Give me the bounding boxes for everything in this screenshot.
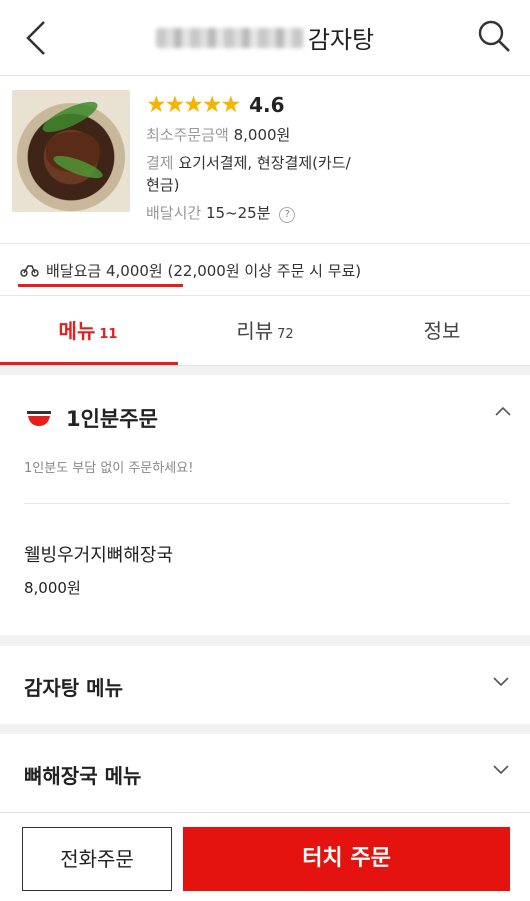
- blurred-restaurant-name: [155, 27, 304, 48]
- scooter-icon: [20, 265, 39, 277]
- active-tab-indicator: [0, 362, 178, 365]
- restaurant-info: ★★★★★ 4.6 최소주문금액 8,000원 결제 요기서결제, 현장결제(카…: [0, 76, 530, 244]
- section-single-serving: 1인분주문 1인분도 부담 없이 주문하세요! 웰빙우거지뼈해장국 8,000원: [0, 375, 530, 635]
- tab-menu-label: 메뉴: [58, 319, 96, 343]
- tab-review[interactable]: 리뷰 72: [177, 296, 353, 366]
- min-order-row: 최소주문금액 8,000원: [146, 124, 290, 146]
- menu-item-name: 웰빙우거지뼈해장국: [24, 545, 174, 566]
- delivery-time-value: 15~25분: [205, 204, 271, 222]
- min-order-label: 최소주문금액: [146, 126, 229, 144]
- divider: [24, 503, 510, 504]
- star-rating-icon: ★★★★★: [146, 92, 241, 118]
- delivery-fee-bar: 배달요금 4,000원 (22,000원 이상 주문 시 무료): [0, 244, 530, 296]
- section-description: 1인분도 부담 없이 주문하세요!: [24, 461, 194, 476]
- rating-value: 4.6: [249, 93, 285, 117]
- delivery-fee-note: (22,000원 이상 주문 시 무료): [167, 262, 362, 280]
- help-icon[interactable]: ?: [279, 207, 296, 223]
- payment-label: 결제: [146, 154, 174, 172]
- min-order-value: 8,000원: [233, 126, 291, 144]
- tab-review-label: 리뷰: [236, 319, 274, 343]
- page-title: 감자탕: [0, 20, 530, 56]
- payment-value-cont: 현금): [146, 176, 180, 194]
- category-haejangguk[interactable]: 뼈해장국 메뉴: [0, 734, 530, 812]
- chevron-up-icon[interactable]: [494, 405, 512, 417]
- tab-menu[interactable]: 메뉴 11: [0, 296, 176, 366]
- touch-order-button[interactable]: 터치 주문: [183, 827, 510, 891]
- chevron-down-icon: [493, 677, 509, 687]
- search-button[interactable]: [474, 16, 514, 56]
- section-title: 1인분주문: [66, 407, 158, 431]
- category-gamjatang[interactable]: 감자탕 메뉴: [0, 646, 530, 724]
- category-name: 뼈해장국 메뉴: [24, 764, 142, 788]
- bottom-order-bar: 전화주문 터치 주문: [0, 812, 530, 901]
- tab-info[interactable]: 정보: [354, 296, 530, 366]
- fee-highlight-underline: [18, 284, 183, 287]
- delivery-time-row: 배달시간 15~25분 ?: [146, 202, 296, 224]
- search-icon: [478, 20, 510, 52]
- phone-order-button[interactable]: 전화주문: [22, 827, 172, 891]
- delivery-fee-amount: 배달요금 4,000원: [46, 262, 163, 280]
- top-bar: 감자탕: [0, 0, 530, 76]
- section-header[interactable]: 1인분주문: [26, 403, 158, 433]
- restaurant-photo: [12, 90, 130, 212]
- tab-menu-count: 11: [99, 327, 118, 342]
- tab-review-count: 72: [277, 327, 294, 342]
- rating-row: ★★★★★ 4.6: [146, 92, 285, 118]
- bowl-icon: [27, 411, 51, 426]
- payment-row-continued: 현금): [146, 174, 179, 196]
- chevron-down-icon: [493, 765, 509, 775]
- payment-value: 요기서결제, 현장결제(카드/: [178, 154, 351, 172]
- category-name: 감자탕 메뉴: [24, 676, 123, 700]
- page-title-text: 감자탕: [307, 26, 375, 54]
- payment-row: 결제 요기서결제, 현장결제(카드/: [146, 152, 351, 174]
- tab-info-label: 정보: [423, 319, 461, 343]
- delivery-fee-text: 배달요금 4,000원 (22,000원 이상 주문 시 무료): [20, 260, 361, 281]
- tab-bar: 메뉴 11 리뷰 72 정보: [0, 296, 530, 366]
- menu-item-price: 8,000원: [24, 579, 81, 597]
- delivery-time-label: 배달시간: [146, 204, 202, 222]
